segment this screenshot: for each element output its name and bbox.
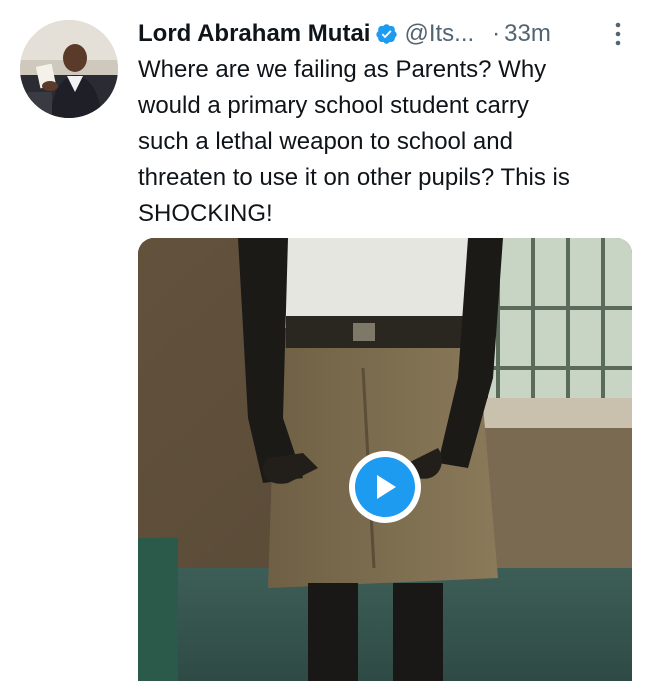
tweet-text: Where are we failing as Parents? Why wou… xyxy=(138,52,638,232)
author-name[interactable]: Lord Abraham Mutai xyxy=(138,20,370,48)
tweet-text-line: such a lethal weapon to school and xyxy=(138,128,513,155)
avatar[interactable] xyxy=(20,20,118,118)
tweet-text-line: Where are we failing as Parents? Why xyxy=(138,56,547,83)
tweet-text-line: threaten to use it on other pupils? This… xyxy=(138,164,570,191)
tweet-text-line: would a primary school student carry xyxy=(138,92,529,119)
play-button-circle xyxy=(355,457,415,517)
play-button[interactable] xyxy=(349,451,421,523)
more-vertical-icon[interactable] xyxy=(612,20,624,48)
header-separator: · xyxy=(492,20,501,47)
author-handle[interactable]: @Its... xyxy=(404,20,474,48)
verified-badge-icon xyxy=(376,24,398,44)
avatar-image xyxy=(20,20,118,118)
play-icon xyxy=(377,475,396,499)
tweet-timestamp[interactable]: 33m xyxy=(504,20,551,48)
tweet-header: Lord Abraham Mutai @Its... · 33m xyxy=(138,16,638,52)
tweet[interactable]: Lord Abraham Mutai @Its... · 33m Where a… xyxy=(0,0,654,681)
video-player[interactable] xyxy=(138,238,632,681)
tweet-text-line: SHOCKING! xyxy=(138,200,273,227)
